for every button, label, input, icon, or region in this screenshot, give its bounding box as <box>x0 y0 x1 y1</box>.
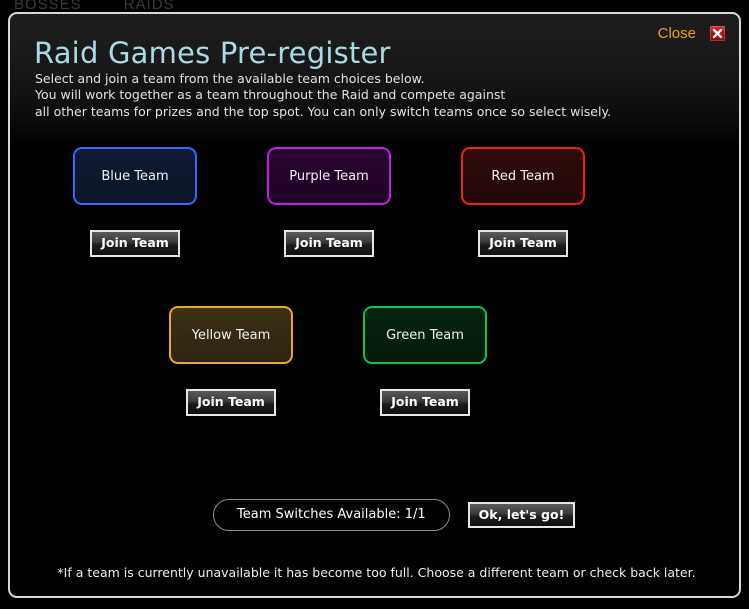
availability-note: *If a team is currently unavailable it h… <box>57 565 696 580</box>
team-card-green[interactable]: Green Team <box>363 306 487 364</box>
team-card-label: Blue Team <box>101 168 169 184</box>
footer-controls: Team Switches Available: 1/1 Ok, let's g… <box>213 499 576 531</box>
team-card-label: Red Team <box>491 168 555 184</box>
team-slot-yellow: Yellow Team Join Team <box>134 306 328 416</box>
team-card-blue[interactable]: Blue Team <box>73 147 197 205</box>
team-card-label: Green Team <box>386 327 464 343</box>
close-x-icon[interactable] <box>708 24 727 43</box>
modal-description: Select and join a team from the availabl… <box>35 71 611 120</box>
team-row-secondary: Yellow Team Join Team Green Team Join Te… <box>10 306 739 416</box>
team-card-label: Purple Team <box>289 168 369 184</box>
team-slot-purple: Purple Team Join Team <box>232 147 426 257</box>
close-control[interactable]: Close <box>658 24 727 43</box>
join-team-button-green[interactable]: Join Team <box>380 389 470 416</box>
team-slot-red: Red Team Join Team <box>426 147 620 257</box>
team-card-purple[interactable]: Purple Team <box>267 147 391 205</box>
team-card-red[interactable]: Red Team <box>461 147 585 205</box>
join-team-button-yellow[interactable]: Join Team <box>186 389 276 416</box>
description-line-2: You will work together as a team through… <box>35 87 506 103</box>
join-team-button-blue[interactable]: Join Team <box>90 230 180 257</box>
team-slot-green: Green Team Join Team <box>328 306 522 416</box>
confirm-button[interactable]: Ok, let's go! <box>467 501 576 529</box>
description-line-1: Select and join a team from the availabl… <box>35 71 425 86</box>
page-title: Raid Games Pre-register <box>34 36 391 70</box>
raid-games-preregister-modal: Close Raid Games Pre-register Select and… <box>8 12 741 598</box>
join-team-button-red[interactable]: Join Team <box>478 230 568 257</box>
description-line-3: all other teams for prizes and the top s… <box>35 103 612 119</box>
screen: BOSSES RAIDS Close Raid Games Pre-regist… <box>0 0 749 609</box>
team-row-primary: Blue Team Join Team Purple Team Join Tea… <box>10 147 739 257</box>
team-switches-badge: Team Switches Available: 1/1 <box>213 499 450 531</box>
team-card-label: Yellow Team <box>191 327 271 343</box>
close-button-label[interactable]: Close <box>658 25 696 42</box>
join-team-button-purple[interactable]: Join Team <box>284 230 374 257</box>
team-card-yellow[interactable]: Yellow Team <box>169 306 293 364</box>
team-slot-blue: Blue Team Join Team <box>38 147 232 257</box>
